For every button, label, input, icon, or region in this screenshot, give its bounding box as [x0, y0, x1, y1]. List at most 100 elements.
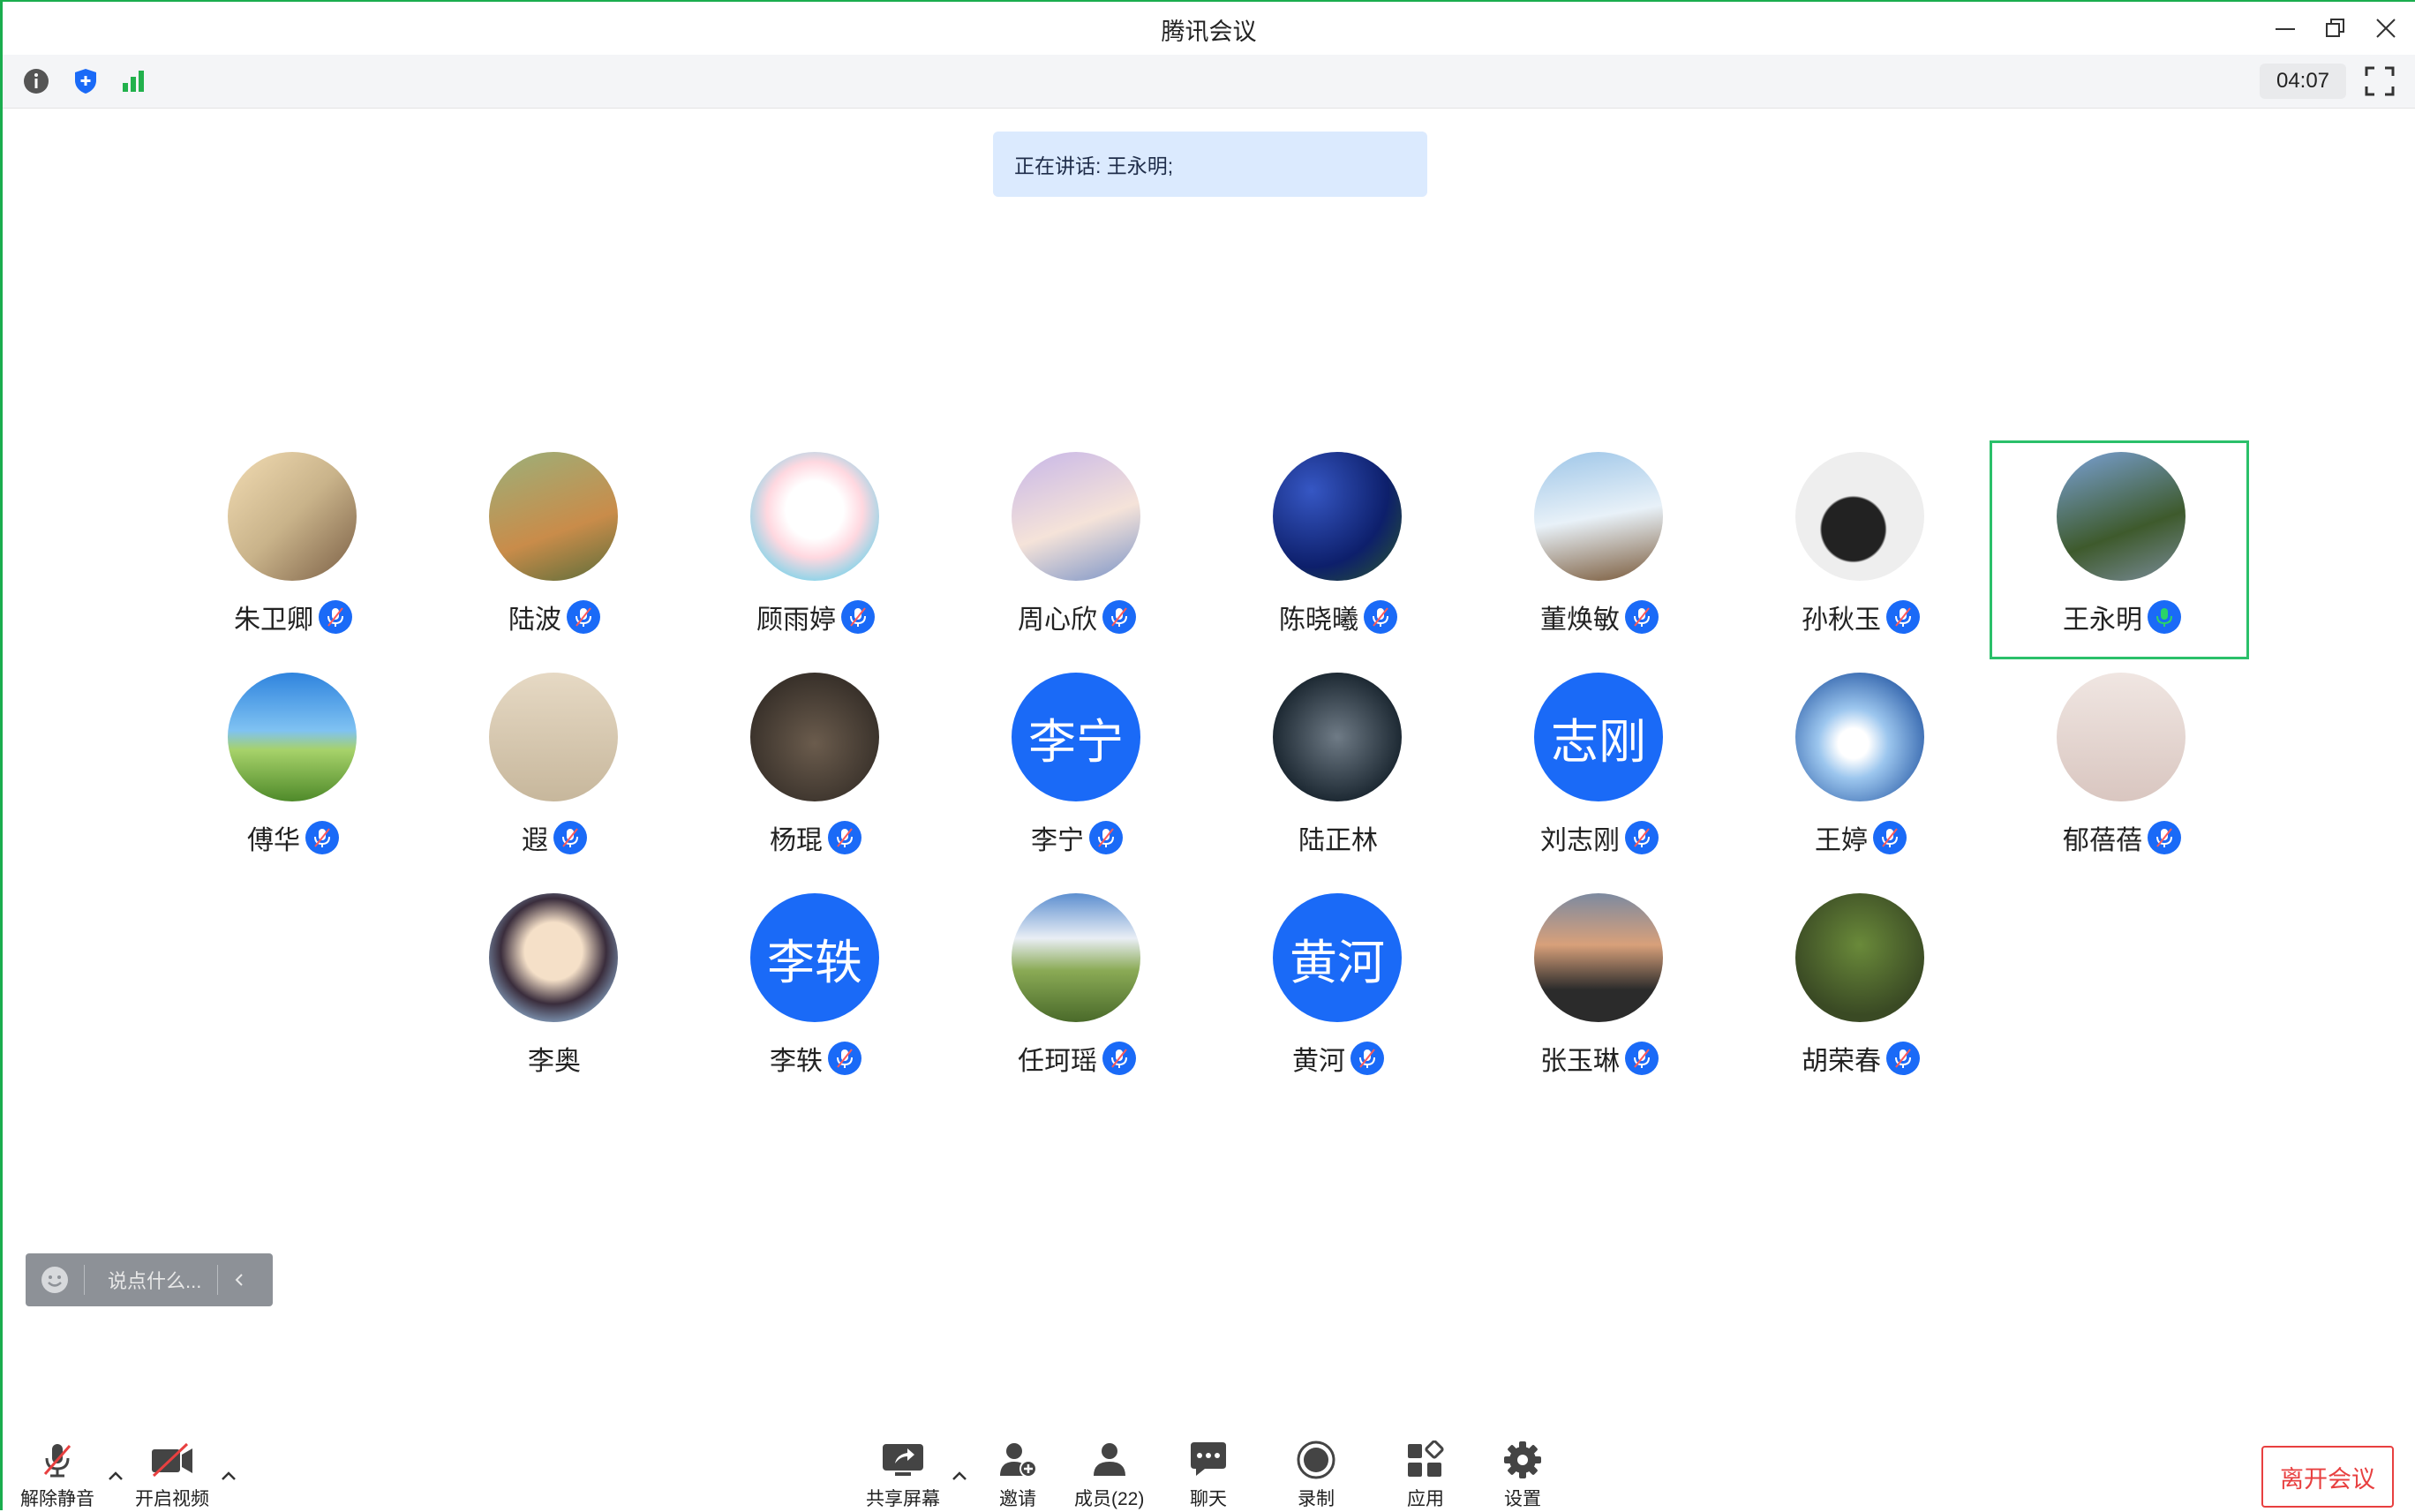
participant-tile[interactable]: 孙秋玉 [1790, 452, 1931, 655]
participant-tile[interactable]: 傅华 [222, 673, 364, 876]
bottom-toolbar: 解除静音 开启视频 共享屏幕 邀请 成员(22) 聊天 录制 应用 设置 [3, 1423, 2415, 1512]
fullscreen-icon [2365, 66, 2395, 96]
avatar [1795, 673, 1924, 801]
participant-tile[interactable]: 志刚 刘志刚 [1529, 673, 1670, 876]
participant-name-row: 李轶 [710, 1040, 922, 1077]
chat-input[interactable]: 说点什么... [26, 1253, 273, 1306]
participant-tile[interactable]: 王婷 [1790, 673, 1931, 876]
participant-tile[interactable]: 郁蓓蓓 [2051, 673, 2193, 876]
close-icon [2376, 19, 2396, 38]
participant-name: 王婷 [1815, 826, 1868, 855]
gear-icon [1504, 1441, 1541, 1478]
mic-muted-icon [1364, 600, 1397, 634]
close-button[interactable] [2366, 11, 2405, 46]
start-video-button[interactable]: 开启视频 [135, 1441, 209, 1511]
participant-name-row: 遐 [448, 819, 660, 856]
participant-tile[interactable]: 李轶 李轶 [745, 893, 886, 1096]
participant-name: 陆波 [508, 606, 561, 635]
avatar [2057, 452, 2186, 581]
avatar [1012, 452, 1140, 581]
avatar [1534, 452, 1663, 581]
participant-name: 李奥 [528, 1047, 581, 1076]
invite-button[interactable]: 邀请 [997, 1441, 1039, 1511]
chevron-up-icon[interactable] [220, 1467, 237, 1485]
participant-tile[interactable]: 遐 [484, 673, 625, 876]
participant-name: 遐 [522, 826, 548, 855]
avatar [228, 673, 357, 801]
participant-tile[interactable]: 李宁 李宁 [1006, 673, 1147, 876]
participant-name-row: 陆正林 [1232, 819, 1444, 856]
active-speaker-banner: 正在讲话: 王永明; [993, 132, 1427, 197]
restore-button[interactable] [2316, 11, 2355, 46]
emoji-icon[interactable] [40, 1265, 70, 1295]
participant-tile[interactable]: 胡荣春 [1790, 893, 1931, 1096]
unmute-label: 解除静音 [20, 1489, 94, 1509]
members-button[interactable]: 成员(22) [1074, 1441, 1144, 1511]
participant-tile[interactable]: 王永明 [2051, 452, 2193, 655]
unmute-button[interactable]: 解除静音 [20, 1441, 94, 1511]
participant-name-row: 杨琨 [710, 819, 922, 856]
avatar: 黄河 [1273, 893, 1402, 1022]
participant-name-row: 陆波 [448, 598, 660, 636]
mic-muted-icon [841, 600, 875, 634]
participant-name-row: 王婷 [1755, 819, 1967, 856]
info-icon [24, 69, 49, 94]
participant-tile[interactable]: 杨琨 [745, 673, 886, 876]
participant-tile[interactable]: 李奥 [484, 893, 625, 1096]
participant-tile[interactable]: 顾雨婷 [745, 452, 886, 655]
avatar: 李轶 [750, 893, 879, 1022]
avatar: 志刚 [1534, 673, 1663, 801]
mic-muted-icon [319, 600, 352, 634]
share-screen-button[interactable]: 共享屏幕 [866, 1441, 940, 1511]
apps-button[interactable]: 应用 [1404, 1441, 1447, 1511]
restore-icon [2326, 19, 2344, 37]
participant-tile[interactable]: 陆波 [484, 452, 625, 655]
avatar [750, 673, 879, 801]
avatar [1534, 893, 1663, 1022]
chat-button[interactable]: 聊天 [1187, 1441, 1230, 1511]
fullscreen-button[interactable] [2364, 65, 2396, 97]
mic-muted-icon [1625, 821, 1659, 854]
settings-button[interactable]: 设置 [1501, 1441, 1544, 1511]
participant-tile[interactable]: 朱卫卿 [222, 452, 364, 655]
leave-meeting-button[interactable]: 离开会议 [2261, 1446, 2394, 1508]
participant-name-row: 张玉琳 [1493, 1040, 1705, 1077]
apps-grid-icon [1408, 1441, 1444, 1477]
chevron-left-icon[interactable] [230, 1271, 248, 1289]
participant-tile[interactable]: 董焕敏 [1529, 452, 1670, 655]
participant-name: 郁蓓蓓 [2063, 826, 2142, 855]
mic-muted-icon [43, 1444, 71, 1478]
participant-tile[interactable]: 张玉琳 [1529, 893, 1670, 1096]
participant-name: 陆正林 [1298, 826, 1378, 855]
avatar [1012, 893, 1140, 1022]
participant-name-row: 朱卫卿 [187, 598, 399, 636]
minimize-icon [2276, 28, 2295, 30]
participant-tile[interactable]: 任珂瑶 [1006, 893, 1147, 1096]
share-screen-label: 共享屏幕 [866, 1489, 940, 1509]
participant-name-row: 郁蓓蓓 [2016, 819, 2228, 856]
avatar [228, 452, 357, 581]
invite-user-icon [1000, 1443, 1037, 1478]
mic-muted-icon [1625, 1042, 1659, 1075]
settings-label: 设置 [1504, 1489, 1541, 1509]
security-button[interactable] [68, 64, 103, 99]
mic-muted-icon [1102, 1042, 1136, 1075]
chevron-up-icon[interactable] [107, 1467, 124, 1485]
participant-tile[interactable]: 陆正林 [1268, 673, 1409, 876]
chevron-up-icon[interactable] [951, 1467, 968, 1485]
mic-muted-icon [305, 821, 339, 854]
chat-label: 聊天 [1190, 1489, 1227, 1509]
meeting-info-button[interactable] [19, 64, 54, 99]
camera-off-icon [152, 1442, 192, 1478]
minimize-button[interactable] [2266, 11, 2305, 46]
avatar [2057, 673, 2186, 801]
members-icon [1093, 1443, 1125, 1476]
participant-name-row: 李奥 [448, 1040, 660, 1077]
record-button[interactable]: 录制 [1295, 1441, 1337, 1511]
mic-muted-icon [1886, 1042, 1920, 1075]
participant-tile[interactable]: 黄河 黄河 [1268, 893, 1409, 1096]
network-status-button[interactable] [116, 64, 151, 99]
participant-tile[interactable]: 陈晓曦 [1268, 452, 1409, 655]
participant-tile[interactable]: 周心欣 [1006, 452, 1147, 655]
mic-muted-icon [1873, 821, 1907, 854]
